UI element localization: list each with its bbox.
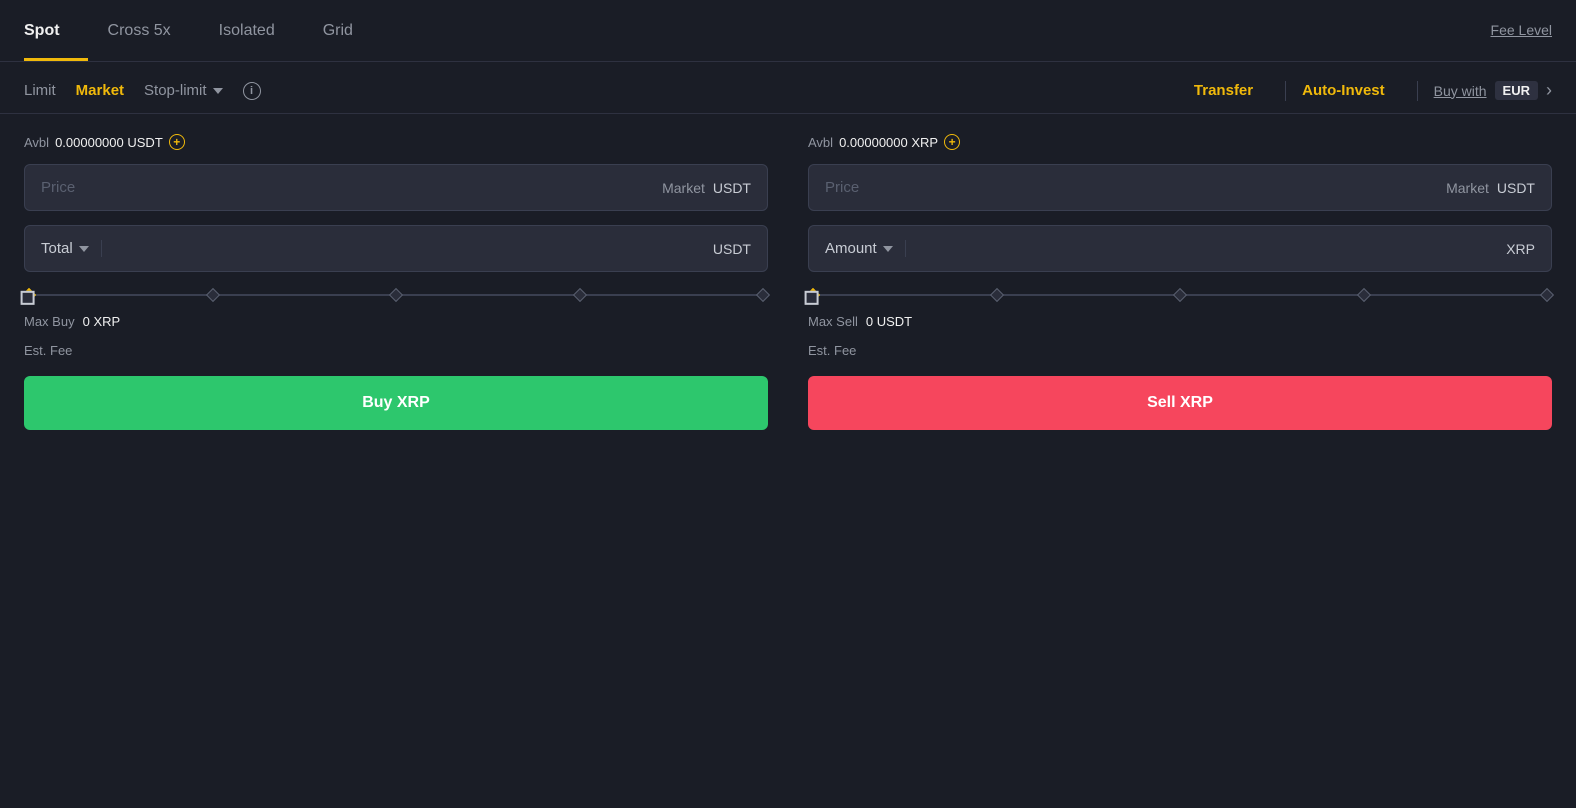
buy-slider-tick-0[interactable] — [22, 288, 36, 302]
buy-slider-tick-75[interactable] — [572, 288, 586, 302]
sell-slider-ticks — [808, 290, 1552, 300]
buy-avbl-value: 0.00000000 USDT — [55, 135, 163, 150]
tab-grid[interactable]: Grid — [323, 0, 381, 61]
buy-with-row[interactable]: Buy with EUR › — [1434, 80, 1552, 101]
buy-slider-handle[interactable] — [21, 291, 35, 305]
buy-slider-tick-25[interactable] — [205, 288, 219, 302]
tab-spot[interactable]: Spot — [24, 0, 88, 61]
buy-price-input[interactable]: Price Market USDT — [24, 164, 768, 211]
sell-amount-input[interactable]: Amount XRP — [808, 225, 1552, 272]
sell-price-currency: USDT — [1497, 180, 1535, 196]
buy-add-funds-icon[interactable]: + — [169, 134, 185, 150]
sell-avbl-label: Avbl — [808, 135, 833, 150]
right-actions: Transfer Auto-Invest Buy with EUR › — [1194, 80, 1552, 101]
trading-area: Avbl 0.00000000 USDT + Price Market USDT… — [0, 114, 1576, 454]
sell-slider-tick-25[interactable] — [989, 288, 1003, 302]
buy-avbl-label: Avbl — [24, 135, 49, 150]
sell-slider-tick-75[interactable] — [1356, 288, 1370, 302]
sell-amount-currency: XRP — [1506, 241, 1535, 257]
fee-level-link[interactable]: Fee Level — [1491, 0, 1552, 61]
tab-cross5x[interactable]: Cross 5x — [108, 0, 199, 61]
top-tab-bar: Spot Cross 5x Isolated Grid Fee Level — [0, 0, 1576, 62]
buy-with-label: Buy with — [1434, 83, 1487, 99]
sell-button[interactable]: Sell XRP — [808, 376, 1552, 430]
sell-max-value: 0 USDT — [866, 314, 912, 329]
order-type-stop-limit[interactable]: Stop-limit — [144, 82, 223, 99]
sell-price-market-label: Market — [1446, 180, 1489, 196]
chevron-down-icon — [213, 88, 223, 94]
auto-invest-button[interactable]: Auto-Invest — [1302, 82, 1401, 99]
sell-price-input[interactable]: Price Market USDT — [808, 164, 1552, 211]
tab-isolated[interactable]: Isolated — [219, 0, 303, 61]
buy-est-fee: Est. Fee — [24, 343, 768, 358]
order-type-market[interactable]: Market — [76, 82, 124, 99]
total-chevron-icon — [79, 246, 89, 252]
buy-avbl-row: Avbl 0.00000000 USDT + — [24, 134, 768, 150]
buy-max-value: 0 XRP — [83, 314, 121, 329]
sell-amount-label[interactable]: Amount — [825, 240, 906, 257]
divider2 — [1417, 81, 1418, 101]
info-icon[interactable]: i — [243, 82, 261, 100]
sell-est-fee: Est. Fee — [808, 343, 1552, 358]
sell-max-label: Max Sell — [808, 314, 858, 329]
buy-total-input[interactable]: Total USDT — [24, 225, 768, 272]
buy-slider-track — [24, 294, 768, 296]
order-type-limit[interactable]: Limit — [24, 82, 56, 99]
buy-slider-tick-100[interactable] — [756, 288, 770, 302]
sell-side: Avbl 0.00000000 XRP + Price Market USDT … — [808, 134, 1552, 430]
buy-max-label: Max Buy — [24, 314, 75, 329]
buy-side: Avbl 0.00000000 USDT + Price Market USDT… — [24, 134, 768, 430]
buy-price-placeholder: Price — [41, 179, 654, 196]
amount-chevron-icon — [883, 246, 893, 252]
buy-slider-ticks — [24, 290, 768, 300]
sell-slider-tick-50[interactable] — [1173, 288, 1187, 302]
buy-slider-tick-50[interactable] — [389, 288, 403, 302]
sell-slider-tick-100[interactable] — [1540, 288, 1554, 302]
buy-total-currency: USDT — [713, 241, 751, 257]
divider — [1285, 81, 1286, 101]
buy-total-label[interactable]: Total — [41, 240, 102, 257]
sell-add-funds-icon[interactable]: + — [944, 134, 960, 150]
sell-avbl-row: Avbl 0.00000000 XRP + — [808, 134, 1552, 150]
arrow-right-icon: › — [1546, 80, 1552, 101]
sell-slider[interactable] — [808, 286, 1552, 300]
order-type-bar: Limit Market Stop-limit i Transfer Auto-… — [0, 62, 1576, 114]
buy-price-market-label: Market — [662, 180, 705, 196]
buy-slider[interactable] — [24, 286, 768, 300]
sell-slider-tick-0[interactable] — [806, 288, 820, 302]
buy-price-currency: USDT — [713, 180, 751, 196]
buy-button[interactable]: Buy XRP — [24, 376, 768, 430]
sell-price-placeholder: Price — [825, 179, 1438, 196]
buy-max-row: Max Buy 0 XRP — [24, 314, 768, 329]
sell-slider-track — [808, 294, 1552, 296]
sell-slider-handle[interactable] — [805, 291, 819, 305]
transfer-button[interactable]: Transfer — [1194, 82, 1269, 99]
sell-avbl-value: 0.00000000 XRP — [839, 135, 938, 150]
sell-max-row: Max Sell 0 USDT — [808, 314, 1552, 329]
buy-with-currency: EUR — [1495, 81, 1538, 100]
